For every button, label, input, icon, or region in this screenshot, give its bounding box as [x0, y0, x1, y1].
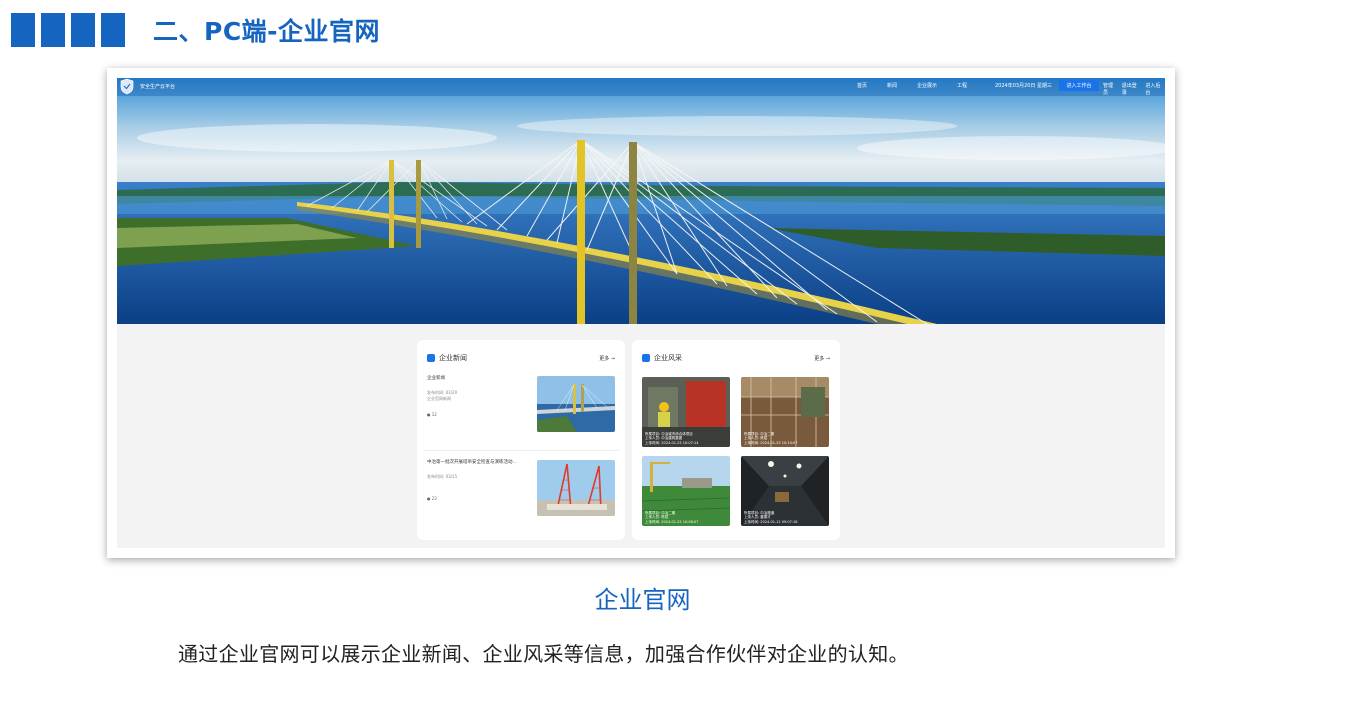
news-item[interactable]: 企业新闻 发布时间: 03/20 企业官网新闻 ● 12	[427, 376, 617, 436]
website-screenshot-frame: 安全生产云平台 首页 新闻 企业展示 工程 2024年03月20日 星期三 进入…	[107, 68, 1175, 558]
gallery-card: 企业风采 更多 → 所属项目: 中冶城市综合体项目 上传人员: 中冶建筑集团 上…	[632, 340, 840, 540]
gallery-photo[interactable]: 所属项目: 中冶隧道 上传人员: 董德才 上传时间: 2024-01-12 09…	[741, 456, 829, 526]
gallery-card-title: 企业风采	[654, 354, 682, 362]
news-card-title: 企业新闻	[439, 354, 467, 362]
slide-title: 二、PC端-企业官网	[153, 17, 381, 46]
gallery-photo[interactable]: 所属项目: 中冶城市综合体项目 上传人员: 中冶建筑集团 上传时间: 2024-…	[642, 377, 730, 447]
gallery-upload-time: 上传时间: 2024-01-25 10:06:07	[645, 519, 699, 524]
gallery-photo[interactable]: 所属项目: 中冶二期 上传人员: 陈斌 上传时间: 2024-01-25 10:…	[642, 456, 730, 526]
nav-admin-link[interactable]: 进入后台	[1145, 82, 1165, 96]
nav-item-showcase[interactable]: 企业展示	[917, 82, 937, 89]
nav-user-menu: 管理员 退出登录 进入后台	[1103, 82, 1165, 96]
nav-date: 2024年03月20日 星期三	[995, 83, 1053, 89]
news-item-meta: 发布时间: 03/20 企业官网新闻	[427, 390, 457, 402]
header-decoration	[11, 13, 125, 47]
news-item-title[interactable]: 企业新闻	[427, 376, 527, 382]
news-item-title[interactable]: 中冶第一批次开展塔吊安全检查与演练活动...	[427, 460, 527, 466]
gallery-upload-time: 上传时间: 2024-01-25 10:07:14	[645, 440, 699, 445]
gallery-caption: 所属项目: 中冶城市综合体项目 上传人员: 中冶建筑集团 上传时间: 2024-…	[645, 432, 698, 446]
site-nav-bar: 安全生产云平台 首页 新闻 企业展示 工程 2024年03月20日 星期三 进入…	[117, 78, 1165, 96]
nav-user-name[interactable]: 管理员	[1103, 82, 1118, 96]
header-block	[101, 13, 125, 47]
description-text: 通过企业官网可以展示企业新闻、企业风采等信息，加强合作伙伴对企业的认知。	[178, 642, 909, 666]
nav-item-home[interactable]: 首页	[857, 82, 867, 89]
bridge-photo	[117, 78, 1165, 324]
news-item-views: ● 12	[427, 412, 437, 417]
enter-workbench-button[interactable]: 进入工作台	[1059, 80, 1099, 91]
nav-menu: 首页 新闻 企业展示 工程	[857, 82, 967, 89]
site-name: 安全生产云平台	[140, 84, 176, 90]
gallery-caption: 所属项目: 中冶二期 上传人员: 陈斌 上传时间: 2024-01-25 10:…	[744, 432, 797, 446]
hero-banner: 安全生产云平台 首页 新闻 企业展示 工程 2024年03月20日 星期三 进入…	[117, 78, 1165, 324]
news-item-views: ● 23	[427, 496, 437, 501]
news-card-header: 企业新闻 更多 →	[427, 352, 615, 364]
shield-logo-icon[interactable]	[120, 78, 134, 95]
news-item-summary: 企业官网新闻	[427, 396, 451, 401]
bridge-thumbnail-image	[537, 376, 615, 432]
news-more-link[interactable]: 更多 →	[599, 355, 615, 362]
news-item[interactable]: 中冶第一批次开展塔吊安全检查与演练活动... 发布时间: 03/15 ● 23	[427, 460, 617, 520]
website: 安全生产云平台 首页 新闻 企业展示 工程 2024年03月20日 星期三 进入…	[117, 78, 1165, 548]
news-item-date: 发布时间: 03/15	[427, 474, 458, 479]
news-divider	[423, 450, 619, 451]
gallery-upload-time: 上传时间: 2024-01-12 09:07:18	[744, 519, 798, 524]
nav-item-news[interactable]: 新闻	[887, 82, 897, 89]
gallery-card-header: 企业风采 更多 →	[642, 352, 830, 364]
nav-logout-link[interactable]: 退出登录	[1122, 82, 1142, 96]
news-item-meta: 发布时间: 03/15	[427, 474, 457, 480]
news-card: 企业新闻 更多 → 企业新闻 发布时间: 03/20 企业官网新闻 ● 12 中…	[417, 340, 625, 540]
nav-item-projects[interactable]: 工程	[957, 82, 967, 89]
news-icon	[427, 354, 435, 362]
crane-thumbnail-image	[537, 460, 615, 516]
news-thumbnail[interactable]	[537, 460, 615, 516]
gallery-caption: 所属项目: 中冶隧道 上传人员: 董德才 上传时间: 2024-01-12 09…	[744, 511, 797, 525]
image-icon	[642, 354, 650, 362]
gallery-upload-time: 上传时间: 2024-01-25 10:14:07	[744, 440, 798, 445]
header-block	[11, 13, 35, 47]
gallery-more-link[interactable]: 更多 →	[814, 355, 830, 362]
slide-header: 二、PC端-企业官网	[11, 12, 380, 48]
news-thumbnail[interactable]	[537, 376, 615, 432]
header-block	[41, 13, 65, 47]
header-block	[71, 13, 95, 47]
gallery-photo[interactable]: 所属项目: 中冶二期 上传人员: 陈斌 上传时间: 2024-01-25 10:…	[741, 377, 829, 447]
gallery-caption: 所属项目: 中冶二期 上传人员: 陈斌 上传时间: 2024-01-25 10:…	[645, 511, 698, 525]
figure-caption: 企业官网	[594, 586, 691, 614]
